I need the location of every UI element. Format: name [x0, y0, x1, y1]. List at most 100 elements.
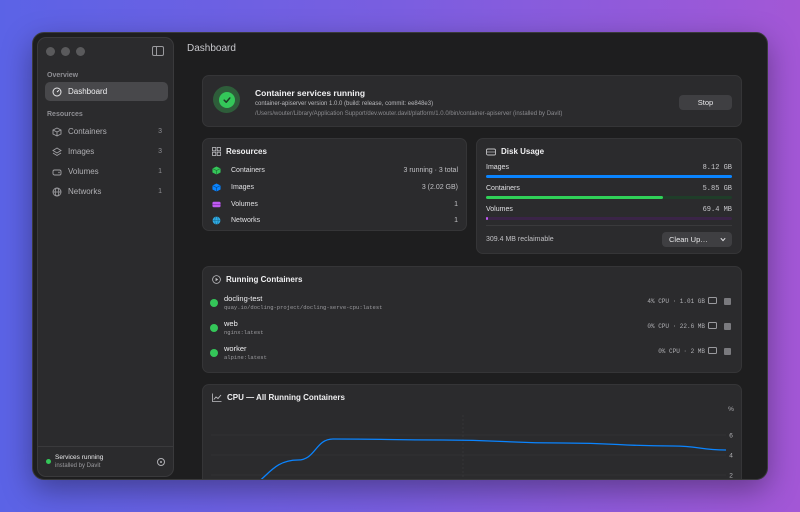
cpu-chart: % 6 4 2	[211, 406, 734, 480]
service-status-card: Container services running container-api…	[202, 75, 742, 127]
running-containers-card: Running Containers docling-test quay.io/…	[202, 266, 742, 373]
container-name: worker	[224, 344, 247, 353]
sidebar: Overview Dashboard Resources Containers …	[37, 37, 174, 477]
cpu-chart-card: CPU — All Running Containers % 6 4 2	[202, 384, 742, 480]
container-row[interactable]: docling-test quay.io/docling-project/doc…	[210, 294, 733, 316]
disk-value: 5.85 GB	[702, 185, 732, 193]
sidebar-item-images[interactable]: Images 3	[45, 142, 168, 161]
cube-icon	[212, 165, 221, 175]
terminal-icon[interactable]	[708, 297, 717, 304]
chevron-down-icon	[720, 237, 726, 242]
resource-value: 1	[454, 200, 458, 208]
y-tick-label: 4	[729, 453, 733, 460]
stop-icon[interactable]	[724, 298, 731, 305]
disk-value: 69.4 MB	[702, 206, 732, 214]
sidebar-toggle-icon[interactable]	[152, 46, 164, 56]
divider	[486, 225, 732, 226]
resource-row-networks: Networks 1	[212, 213, 458, 227]
resource-label: Containers	[231, 166, 265, 174]
container-row[interactable]: worker alpine:latest 0% CPU · 2 MB	[210, 344, 733, 366]
disk-label: Images	[486, 164, 509, 171]
clean-up-label: Clean Up…	[669, 235, 708, 244]
disk-row-containers: Containers 5.85 GB	[486, 185, 732, 193]
play-circle-icon	[212, 275, 221, 284]
clean-up-dropdown[interactable]: Clean Up…	[662, 232, 732, 247]
disk-row-images: Images 8.12 GB	[486, 164, 732, 172]
disk-bar-fill	[486, 175, 732, 178]
disk-bar-images	[486, 175, 732, 178]
service-status-heading: Container services running	[255, 88, 366, 98]
resource-row-containers: Containers 3 running · 3 total	[212, 163, 458, 177]
y-axis-unit: %	[728, 406, 734, 413]
apiserver-version: container-apiserver version 1.0.0 (build…	[255, 101, 434, 107]
terminal-icon[interactable]	[708, 322, 717, 329]
service-status-title: Services running	[55, 454, 104, 461]
stop-icon[interactable]	[724, 323, 731, 330]
container-stats: 4% CPU · 1.01 GB	[647, 298, 705, 305]
service-status-footer: Services running installed by Davit	[38, 446, 173, 476]
resources-title: Resources	[226, 147, 267, 156]
close-window-button[interactable]	[46, 47, 55, 56]
globe-icon	[212, 215, 221, 225]
stop-icon[interactable]	[724, 348, 731, 355]
disk-usage-card: Disk Usage Images 8.12 GB Containers 5.8…	[476, 138, 742, 254]
disk-label: Containers	[486, 185, 520, 192]
disk-usage-heading: Disk Usage	[486, 147, 544, 156]
disk-bar-containers	[486, 196, 732, 199]
reclaimable-text: 309.4 MB reclaimable	[486, 236, 554, 243]
running-status-dot	[210, 299, 218, 307]
container-image: nginx:latest	[224, 329, 264, 336]
service-status-subtitle: installed by Davit	[55, 463, 101, 469]
container-name: docling-test	[224, 294, 263, 303]
sidebar-item-count: 1	[158, 168, 162, 175]
sidebar-item-label: Dashboard	[68, 87, 108, 96]
apiserver-path: /Users/wouter/Library/Application Suppor…	[255, 111, 563, 117]
sidebar-item-count: 1	[158, 188, 162, 195]
disk-bar-volumes	[486, 217, 732, 220]
sidebar-item-count: 3	[158, 148, 162, 155]
checkmark-icon	[213, 86, 240, 113]
container-stats: 0% CPU · 22.6 MB	[647, 323, 705, 330]
disk-label: Volumes	[486, 206, 513, 213]
page-title: Dashboard	[187, 43, 236, 54]
chart-line-icon	[212, 393, 222, 402]
overview-section-label: Overview	[47, 72, 79, 79]
sidebar-item-networks[interactable]: Networks 1	[45, 182, 168, 201]
sidebar-item-label: Images	[68, 147, 95, 156]
sidebar-item-dashboard[interactable]: Dashboard	[45, 82, 168, 101]
container-image: alpine:latest	[224, 354, 267, 361]
cpu-chart-heading: CPU — All Running Containers	[212, 393, 345, 402]
terminal-icon[interactable]	[708, 347, 717, 354]
running-status-dot	[210, 349, 218, 357]
sidebar-item-containers[interactable]: Containers 3	[45, 122, 168, 141]
layers-icon	[52, 146, 62, 157]
container-image: quay.io/docling-project/docling-serve-cp…	[224, 304, 383, 311]
grid-icon	[212, 147, 221, 156]
running-status-dot	[210, 324, 218, 332]
container-row[interactable]: web nginx:latest 0% CPU · 22.6 MB	[210, 319, 733, 341]
cpu-series-line	[260, 438, 727, 479]
resource-row-images: Images 3 (2.02 GB)	[212, 180, 458, 194]
sidebar-item-label: Containers	[68, 127, 107, 136]
zoom-window-button[interactable]	[76, 47, 85, 56]
disk-value: 8.12 GB	[702, 164, 732, 172]
sidebar-item-volumes[interactable]: Volumes 1	[45, 162, 168, 181]
drive-icon	[212, 201, 221, 207]
y-tick-label: 2	[729, 473, 733, 480]
container-name: web	[224, 319, 238, 328]
cube-icon	[52, 126, 62, 137]
resource-value: 1	[454, 216, 458, 224]
container-stats: 0% CPU · 2 MB	[658, 348, 705, 355]
status-indicator	[46, 459, 51, 464]
settings-icon[interactable]	[157, 458, 165, 466]
running-containers-heading: Running Containers	[212, 275, 302, 284]
y-tick-label: 6	[729, 433, 733, 440]
app-window: Overview Dashboard Resources Containers …	[32, 32, 768, 480]
sidebar-item-label: Networks	[68, 187, 102, 196]
hard-drive-icon	[486, 148, 496, 156]
globe-icon	[52, 187, 62, 197]
drive-icon	[52, 167, 62, 177]
running-containers-title: Running Containers	[226, 275, 303, 284]
stop-button[interactable]: Stop	[679, 95, 732, 110]
minimize-window-button[interactable]	[61, 47, 70, 56]
